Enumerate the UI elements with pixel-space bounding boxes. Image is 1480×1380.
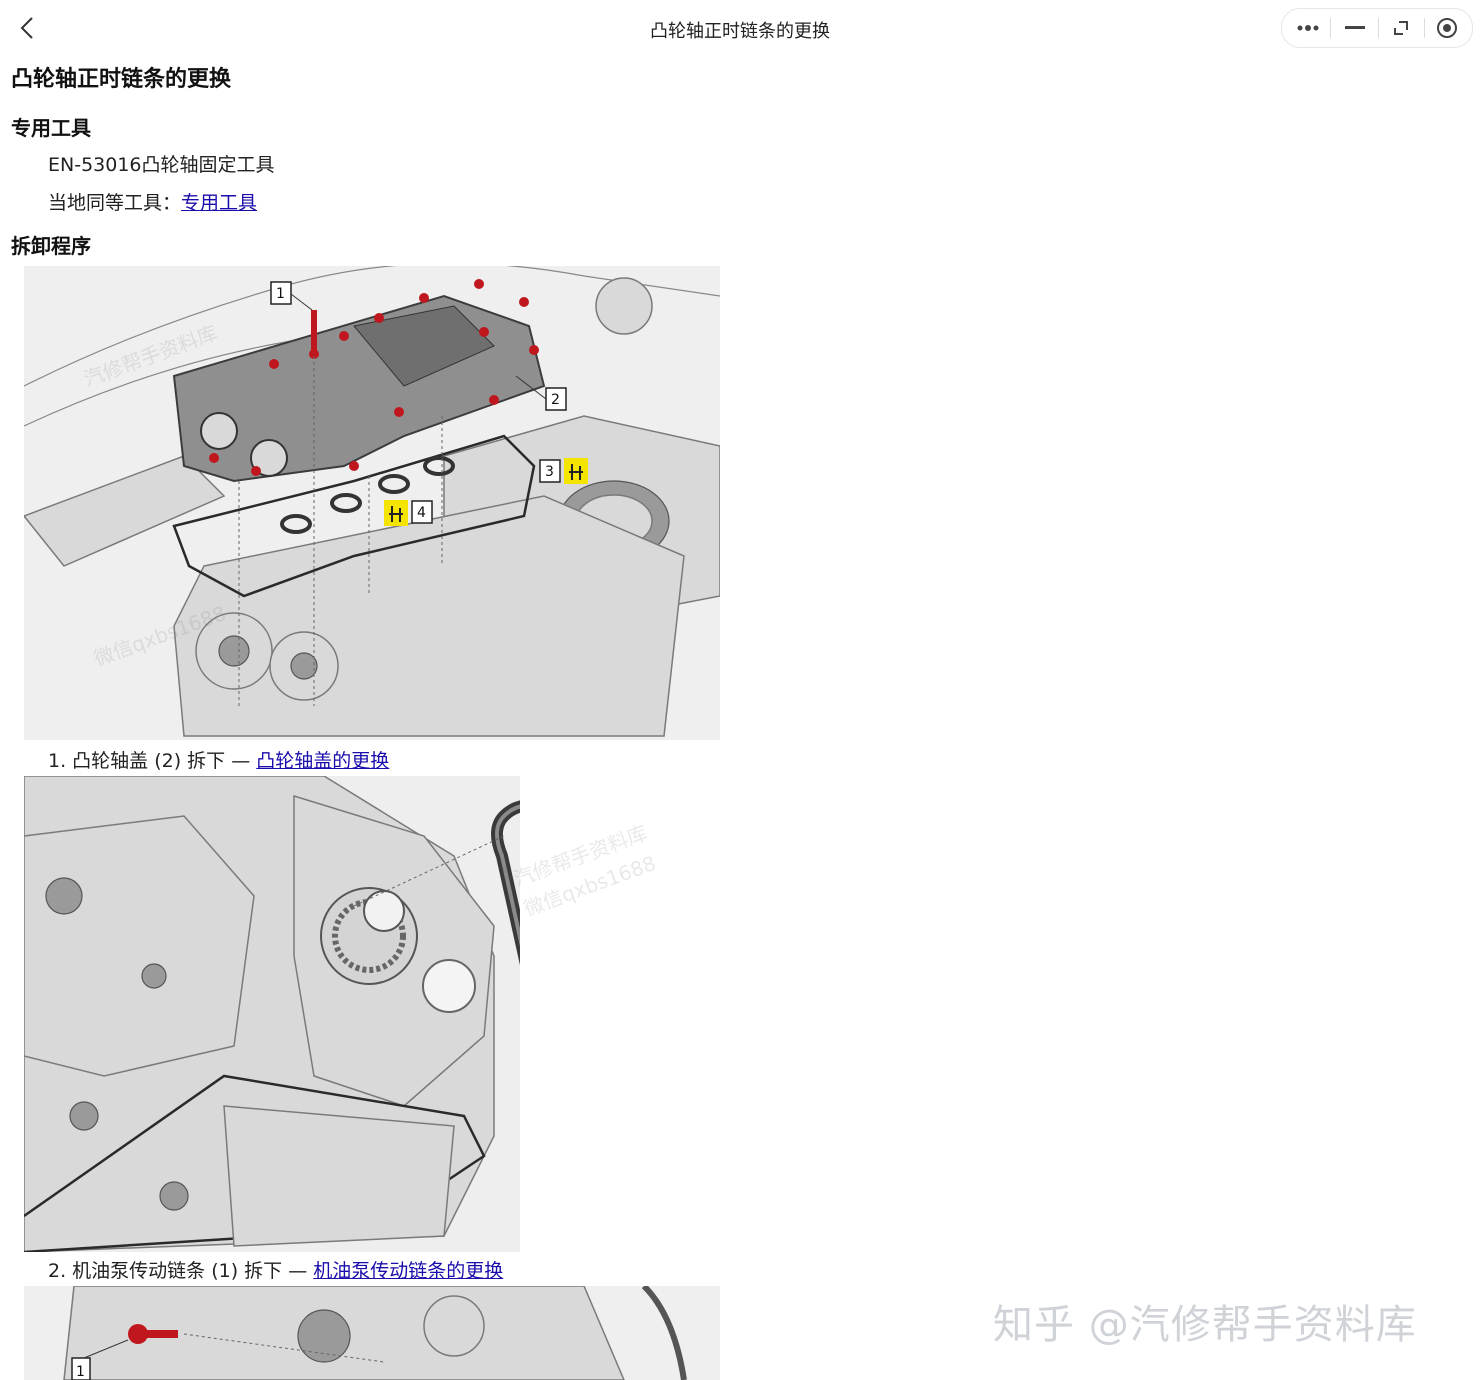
- zhihu-watermark: 知乎 @汽修帮手资料库: [993, 1302, 1417, 1348]
- tool-line: EN-53016凸轮轴固定工具: [48, 154, 275, 176]
- close-circle-icon: [1437, 18, 1457, 38]
- special-tools-heading: 专用工具: [11, 116, 91, 140]
- equivalent-label: 当地同等工具：: [48, 192, 182, 214]
- close-button[interactable]: [1424, 9, 1470, 47]
- step-2-link[interactable]: 机油泵传动链条的更换: [313, 1260, 503, 1282]
- window-title: 凸轮轴正时链条的更换: [650, 21, 830, 42]
- window-controls: [1281, 8, 1473, 48]
- callout-2: 2: [551, 392, 560, 408]
- step-2-text: 2. 机油泵传动链条 (1) 拆下 —: [48, 1260, 314, 1282]
- step-1-text: 1. 凸轮轴盖 (2) 拆下 —: [48, 750, 257, 772]
- minimize-icon: [1345, 26, 1365, 29]
- step-2: 2. 机油泵传动链条 (1) 拆下 — 机油泵传动链条的更换: [48, 1256, 503, 1283]
- restore-button[interactable]: [1378, 9, 1424, 47]
- more-button[interactable]: [1286, 9, 1332, 47]
- oil-pump-chain-figure: 1: [24, 776, 520, 1252]
- removal-heading: 拆卸程序: [11, 234, 91, 258]
- equivalent-tool-line: 当地同等工具：专用工具: [48, 188, 257, 215]
- restore-icon: [1394, 21, 1408, 35]
- page-title: 凸轮轴正时链条的更换: [11, 67, 232, 92]
- step-1-link[interactable]: 凸轮轴盖的更换: [256, 750, 389, 772]
- title-bar: 凸轮轴正时链条的更换: [0, 0, 1480, 56]
- callout-3: 3: [545, 464, 554, 480]
- minimize-button[interactable]: [1332, 9, 1378, 47]
- callout-1: 1: [76, 1364, 85, 1380]
- more-icon: [1297, 25, 1319, 31]
- special-tools-link[interactable]: 专用工具: [181, 192, 257, 214]
- callout-4: 4: [417, 505, 426, 521]
- timing-cover-figure: 1: [24, 1286, 720, 1380]
- step-1: 1. 凸轮轴盖 (2) 拆下 — 凸轮轴盖的更换: [48, 746, 389, 773]
- camshaft-cover-figure: 1 2 3 4: [24, 266, 720, 740]
- callout-1: 1: [276, 286, 285, 302]
